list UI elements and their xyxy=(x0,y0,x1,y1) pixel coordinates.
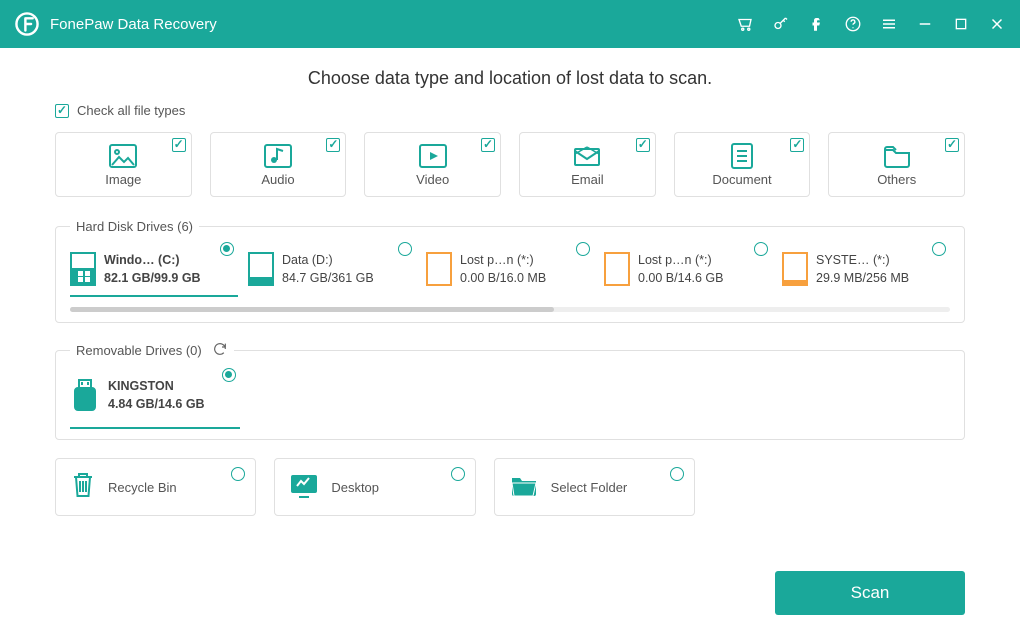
file-type-audio[interactable]: Audio xyxy=(210,132,347,197)
folder-icon xyxy=(882,142,912,170)
help-icon[interactable] xyxy=(844,15,862,33)
open-folder-icon xyxy=(509,472,539,503)
minimize-icon[interactable] xyxy=(916,15,934,33)
drive-lost-2-radio[interactable] xyxy=(754,242,768,256)
drive-d-name: Data (D:) xyxy=(282,252,374,270)
location-folder-label: Select Folder xyxy=(551,480,628,495)
location-desktop-label: Desktop xyxy=(331,480,379,495)
refresh-icon[interactable] xyxy=(212,341,228,360)
drives-row: Windo… (C:) 82.1 GB/99.9 GB Data (D:) 84… xyxy=(70,248,950,297)
usb-icon xyxy=(70,378,100,419)
removable-legend: Removable Drives (0) xyxy=(70,341,234,360)
file-type-others-label: Others xyxy=(877,172,916,187)
drive-c-radio[interactable] xyxy=(220,242,234,256)
video-icon xyxy=(418,142,448,170)
drive-lost-1-name: Lost p…n (*:) xyxy=(460,252,546,270)
locations-row: Recycle Bin Desktop xyxy=(55,458,695,516)
drive-d[interactable]: Data (D:) 84.7 GB/361 GB xyxy=(248,248,416,291)
removable-legend-text: Removable Drives (0) xyxy=(76,343,202,358)
file-type-audio-label: Audio xyxy=(261,172,294,187)
drive-system-icon xyxy=(782,252,808,286)
file-type-image-checkbox[interactable] xyxy=(172,138,186,152)
image-icon xyxy=(108,142,138,170)
file-type-others[interactable]: Others xyxy=(828,132,965,197)
check-all-row[interactable]: Check all file types xyxy=(55,103,965,118)
drive-kingston-name: KINGSTON xyxy=(108,378,205,396)
menu-icon[interactable] xyxy=(880,15,898,33)
drive-c-icon xyxy=(70,252,96,286)
desktop-icon xyxy=(289,472,319,503)
file-type-document[interactable]: Document xyxy=(674,132,811,197)
app-title: FonePaw Data Recovery xyxy=(50,16,736,33)
drive-c-name: Windo… (C:) xyxy=(104,252,201,270)
file-type-email-label: Email xyxy=(571,172,604,187)
drive-kingston[interactable]: KINGSTON 4.84 GB/14.6 GB xyxy=(70,374,240,429)
drive-lost-2-size: 0.00 B/14.6 GB xyxy=(638,270,723,288)
drive-lost-1-size: 0.00 B/16.0 MB xyxy=(460,270,546,288)
app-window: FonePaw Data Recovery xyxy=(0,0,1020,633)
drive-d-radio[interactable] xyxy=(398,242,412,256)
drive-lost-2-icon xyxy=(604,252,630,286)
drive-system[interactable]: SYSTE… (*:) 29.9 MB/256 MB xyxy=(782,248,950,291)
file-type-others-checkbox[interactable] xyxy=(945,138,959,152)
file-type-video-checkbox[interactable] xyxy=(481,138,495,152)
cart-icon[interactable] xyxy=(736,15,754,33)
location-recycle-label: Recycle Bin xyxy=(108,480,177,495)
drives-scrollbar-thumb[interactable] xyxy=(70,307,554,312)
key-icon[interactable] xyxy=(772,15,790,33)
maximize-icon[interactable] xyxy=(952,15,970,33)
file-type-email[interactable]: Email xyxy=(519,132,656,197)
file-type-document-checkbox[interactable] xyxy=(790,138,804,152)
file-type-document-label: Document xyxy=(712,172,771,187)
drive-d-icon xyxy=(248,252,274,286)
drive-system-size: 29.9 MB/256 MB xyxy=(816,270,909,288)
page-heading: Choose data type and location of lost da… xyxy=(55,68,965,89)
drive-lost-2-name: Lost p…n (*:) xyxy=(638,252,723,270)
app-logo-icon xyxy=(14,11,40,37)
facebook-icon[interactable] xyxy=(808,15,826,33)
drive-lost-1-radio[interactable] xyxy=(576,242,590,256)
file-type-video[interactable]: Video xyxy=(364,132,501,197)
drive-system-radio[interactable] xyxy=(932,242,946,256)
file-type-video-label: Video xyxy=(416,172,449,187)
location-recycle-bin[interactable]: Recycle Bin xyxy=(55,458,256,516)
close-icon[interactable] xyxy=(988,15,1006,33)
main-body: Choose data type and location of lost da… xyxy=(0,48,1020,633)
drive-kingston-size: 4.84 GB/14.6 GB xyxy=(108,396,205,414)
file-type-image[interactable]: Image xyxy=(55,132,192,197)
location-recycle-radio[interactable] xyxy=(231,467,245,481)
file-type-email-checkbox[interactable] xyxy=(636,138,650,152)
file-type-audio-checkbox[interactable] xyxy=(326,138,340,152)
drive-lost-2[interactable]: Lost p…n (*:) 0.00 B/14.6 GB xyxy=(604,248,772,291)
titlebar: FonePaw Data Recovery xyxy=(0,0,1020,48)
drive-lost-1-icon xyxy=(426,252,452,286)
location-desktop[interactable]: Desktop xyxy=(274,458,475,516)
audio-icon xyxy=(263,142,293,170)
location-desktop-radio[interactable] xyxy=(451,467,465,481)
document-icon xyxy=(729,142,755,170)
drive-d-size: 84.7 GB/361 GB xyxy=(282,270,374,288)
drives-scrollbar[interactable] xyxy=(70,307,950,312)
drive-lost-1[interactable]: Lost p…n (*:) 0.00 B/16.0 MB xyxy=(426,248,594,291)
trash-icon xyxy=(70,470,96,505)
location-folder-radio[interactable] xyxy=(670,467,684,481)
email-icon xyxy=(572,142,602,170)
scan-button[interactable]: Scan xyxy=(775,571,965,615)
location-select-folder[interactable]: Select Folder xyxy=(494,458,695,516)
hard-disk-group: Hard Disk Drives (6) Windo… (C:) 82.1 GB… xyxy=(55,219,965,323)
drive-system-name: SYSTE… (*:) xyxy=(816,252,909,270)
removable-row: KINGSTON 4.84 GB/14.6 GB xyxy=(70,374,950,429)
drive-c-size: 82.1 GB/99.9 GB xyxy=(104,270,201,288)
file-types-row: Image Audio xyxy=(55,132,965,197)
check-all-label: Check all file types xyxy=(77,103,185,118)
drive-kingston-radio[interactable] xyxy=(222,368,236,382)
drive-c[interactable]: Windo… (C:) 82.1 GB/99.9 GB xyxy=(70,248,238,297)
removable-group: Removable Drives (0) xyxy=(55,341,965,440)
file-type-image-label: Image xyxy=(105,172,141,187)
hard-disk-legend: Hard Disk Drives (6) xyxy=(70,219,199,234)
check-all-checkbox[interactable] xyxy=(55,104,69,118)
